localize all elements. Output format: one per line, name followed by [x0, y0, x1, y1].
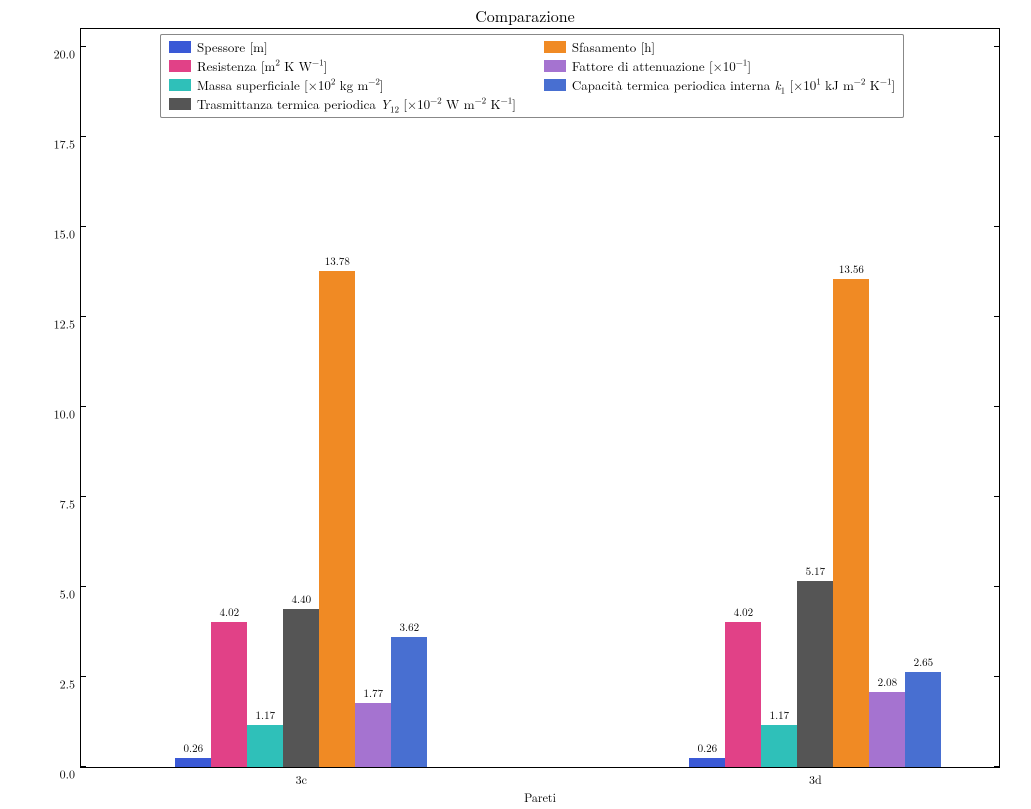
y-tick-label: 10.0: [54, 406, 81, 423]
legend-swatch: [169, 41, 191, 53]
chart-container: Comparazione 0.02.55.07.510.012.515.017.…: [40, 0, 1010, 809]
bar: 1.17: [761, 725, 797, 767]
legend-swatch: [169, 79, 191, 91]
y-tick-label: 20.0: [54, 46, 81, 63]
y-tick-label: 17.5: [54, 136, 81, 153]
bar: 4.02: [211, 622, 247, 767]
legend-col-1: Spessore [m] Resistenza [m2 K W−1] Massa…: [169, 39, 516, 113]
bar: 13.78: [319, 271, 355, 767]
legend-item: Trasmittanza termica periodica Y12 [×10−…: [169, 96, 516, 113]
bar: 1.17: [247, 725, 283, 767]
legend-label: Sfasamento [h]: [572, 39, 655, 56]
bar: 0.26: [689, 758, 725, 767]
legend-item: Spessore [m]: [169, 39, 516, 56]
legend-label: Resistenza [m2 K W−1]: [197, 58, 327, 75]
bar-value-label: 1.17: [770, 708, 790, 725]
bar-value-label: 3.62: [400, 620, 420, 637]
bar: 4.02: [725, 622, 761, 767]
legend-label: Fattore di attenuazione [×10−1]: [572, 58, 751, 75]
legend-item: Resistenza [m2 K W−1]: [169, 58, 516, 75]
bar-value-label: 2.08: [878, 675, 898, 692]
y-tick-label: 12.5: [54, 316, 81, 333]
y-tick-label: 15.0: [54, 226, 81, 243]
legend-swatch: [169, 98, 191, 110]
bar-value-label: 4.40: [292, 592, 312, 609]
bar-value-label: 1.17: [256, 708, 276, 725]
legend-swatch: [544, 79, 566, 91]
y-tick-label: 0.0: [60, 766, 81, 783]
bar-value-label: 1.77: [364, 686, 384, 703]
bar: 13.56: [833, 279, 869, 767]
x-axis-label: Pareti: [81, 767, 999, 806]
bar-value-label: 13.56: [839, 262, 864, 279]
bar: 2.08: [869, 692, 905, 767]
bar-value-label: 0.26: [698, 741, 718, 758]
y-tick-label: 5.0: [60, 586, 81, 603]
bar: 2.65: [905, 672, 941, 767]
bar-value-label: 0.26: [184, 741, 204, 758]
legend-item: Sfasamento [h]: [544, 39, 895, 56]
legend-item: Capacità termica periodica interna k1 [×…: [544, 77, 895, 94]
bar: 0.26: [175, 758, 211, 767]
plot-area: 0.02.55.07.510.012.515.017.520.03c0.264.…: [80, 28, 1000, 768]
legend-label: Trasmittanza termica periodica Y12 [×10−…: [197, 96, 516, 113]
bar-value-label: 13.78: [325, 254, 350, 271]
bar-value-label: 2.65: [914, 655, 934, 672]
legend-label: Massa superficiale [×102 kg m−2]: [197, 77, 384, 94]
bar: 1.77: [355, 703, 391, 767]
legend-swatch: [169, 60, 191, 72]
legend: Spessore [m] Resistenza [m2 K W−1] Massa…: [160, 34, 904, 118]
legend-swatch: [544, 60, 566, 72]
bar: 4.40: [283, 609, 319, 767]
legend-label: Spessore [m]: [197, 39, 268, 56]
legend-col-2: Sfasamento [h] Fattore di attenuazione […: [544, 39, 895, 113]
bar: 3.62: [391, 637, 427, 767]
legend-label: Capacità termica periodica interna k1 [×…: [572, 77, 895, 94]
bar-value-label: 5.17: [806, 564, 826, 581]
y-tick-label: 2.5: [60, 676, 81, 693]
chart-title: Comparazione: [40, 4, 1010, 27]
legend-item: Fattore di attenuazione [×10−1]: [544, 58, 895, 75]
legend-swatch: [544, 41, 566, 53]
legend-item: Massa superficiale [×102 kg m−2]: [169, 77, 516, 94]
bar-value-label: 4.02: [734, 605, 754, 622]
bar: 5.17: [797, 581, 833, 767]
y-tick-label: 7.5: [60, 496, 81, 513]
bar-value-label: 4.02: [220, 605, 240, 622]
